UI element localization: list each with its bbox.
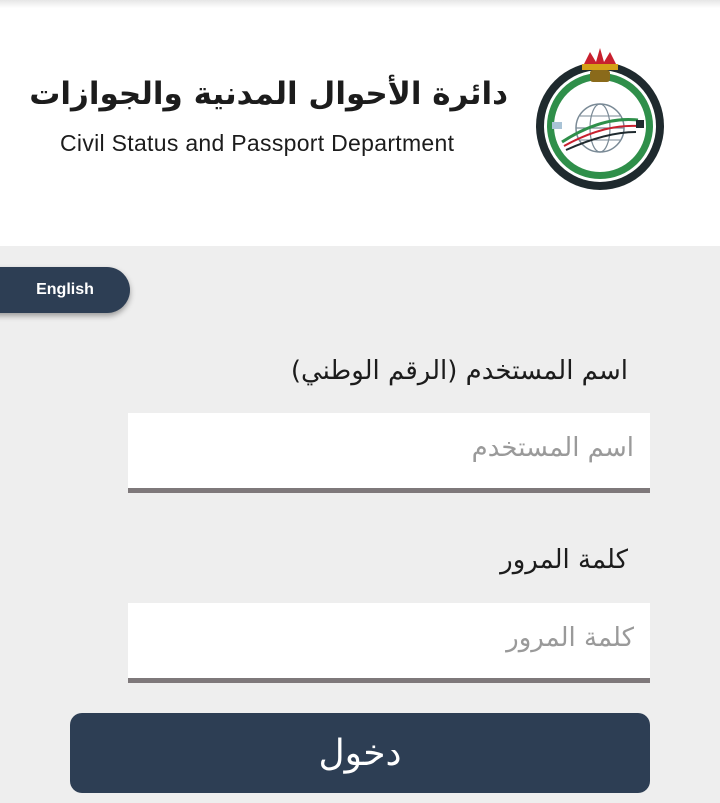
login-button[interactable]: دخول xyxy=(70,713,650,793)
password-label: كلمة المرور xyxy=(500,545,628,575)
department-logo-icon xyxy=(536,48,664,190)
department-title-arabic: دائرة الأحوال المدنية والجوازات xyxy=(29,76,508,112)
language-toggle-button[interactable]: English xyxy=(0,267,130,313)
header: دائرة الأحوال المدنية والجوازات Civil St… xyxy=(0,0,720,246)
department-title-english: Civil Status and Passport Department xyxy=(60,130,455,156)
top-shadow-strip xyxy=(0,0,720,8)
username-input[interactable] xyxy=(128,413,650,493)
password-input[interactable] xyxy=(128,603,650,683)
username-label: اسم المستخدم (الرقم الوطني) xyxy=(290,356,628,386)
